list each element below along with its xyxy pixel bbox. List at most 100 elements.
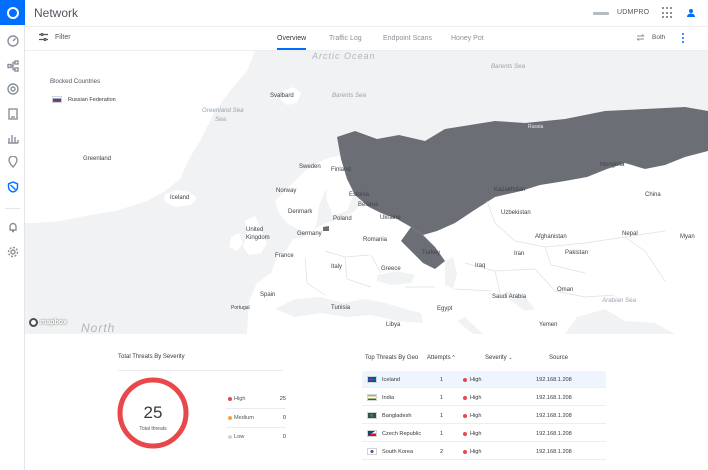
tab-endpoint-scans[interactable]: Endpoint Scans — [383, 35, 432, 42]
geo-attempts: 1 — [440, 395, 444, 401]
swap-arrows-icon — [636, 34, 645, 41]
map-label-uzbekistan: Uzbekistan — [501, 210, 531, 216]
sidebar-item-settings[interactable] — [0, 241, 25, 263]
severity-dot-icon — [463, 378, 467, 382]
map-label-libya: Libya — [386, 322, 401, 328]
geo-source: 192.168.1.208 — [536, 431, 572, 437]
czech-flag-icon — [367, 430, 377, 437]
severity-dot-icon — [463, 414, 467, 418]
insights-icon — [7, 156, 18, 168]
severity-value: 0 — [282, 434, 286, 440]
severity-row-medium[interactable]: Medium 0 — [226, 410, 286, 428]
sidebar-item-threat-management[interactable] — [0, 176, 25, 198]
geo-severity: High — [470, 377, 482, 383]
filter-button[interactable]: Filter — [39, 33, 71, 41]
app-switcher-icon[interactable] — [662, 7, 674, 19]
map-label-yemen: Yemen — [539, 322, 558, 328]
sidebar-item-dashboard[interactable] — [0, 30, 25, 52]
map-label-spain: Spain — [260, 292, 276, 298]
severity-name: Medium — [234, 415, 254, 421]
severity-row-low[interactable]: Low 0 — [226, 429, 286, 447]
table-row[interactable]: Czech Republic 1 High 192.168.1.208 — [362, 425, 606, 442]
sidebar-item-devices[interactable] — [0, 78, 25, 100]
direction-toggle[interactable]: Both — [636, 34, 665, 41]
mapbox-label: mapbox — [40, 319, 67, 326]
app-root: Network UDMPRO Filter Overview Traffic L… — [0, 0, 708, 470]
total-threats-count: 25 — [143, 403, 163, 422]
tab-overview[interactable]: Overview — [277, 35, 307, 50]
sub-navigation: Filter Overview Traffic Log Endpoint Sca… — [25, 27, 708, 51]
map-label-norway: Norway — [276, 188, 297, 194]
blocked-country-item[interactable]: Russian Federation — [52, 96, 116, 103]
map-label-estonia: Estonia — [349, 192, 370, 198]
geo-country: Iceland — [382, 377, 401, 383]
map-label-greenland: Greenland — [83, 156, 112, 162]
mapbox-attribution[interactable]: mapbox — [29, 318, 67, 327]
geo-attempts: 1 — [440, 413, 444, 419]
alerts-icon — [8, 222, 17, 233]
geo-attempts: 2 — [440, 449, 444, 455]
geo-source: 192.168.1.208 — [536, 413, 572, 419]
settings-icon — [7, 246, 18, 258]
map-label-belarus: Belarus — [358, 202, 379, 208]
geo-country: South Korea — [382, 449, 414, 455]
geo-country: India — [382, 395, 395, 401]
blocked-country-name: Russian Federation — [68, 96, 116, 103]
severity-row-high[interactable]: High 25 — [226, 391, 286, 409]
tab-traffic-log[interactable]: Traffic Log — [329, 35, 362, 42]
mapbox-logo-icon — [29, 318, 38, 327]
geo-country: Czech Republic — [382, 431, 422, 437]
direction-label: Both — [652, 34, 666, 41]
unifi-logo-button[interactable] — [0, 0, 25, 25]
attempts-column-header[interactable]: Attempts ^ — [427, 355, 455, 361]
map-label-north: North — [81, 321, 116, 334]
sidebar — [0, 0, 25, 470]
geo-source: 192.168.1.208 — [536, 449, 572, 455]
table-row[interactable]: South Korea 2 High 192.168.1.208 — [362, 443, 606, 460]
device-name[interactable]: UDMPRO — [617, 9, 649, 16]
devices-icon — [6, 83, 19, 95]
map-label-svalbard: Svalbard — [270, 93, 294, 99]
total-threats-label: Total threats — [139, 426, 167, 432]
dashboard-icon — [6, 35, 19, 47]
sidebar-item-clients[interactable] — [0, 103, 25, 125]
geo-severity: High — [470, 431, 482, 437]
tab-honey-pot[interactable]: Honey Pot — [451, 35, 484, 42]
source-column-header[interactable]: Source — [549, 355, 568, 361]
sidebar-item-alerts[interactable] — [0, 216, 25, 238]
threat-map[interactable]: Arctic Ocean North Greenland Sea Sea Sva… — [25, 51, 708, 334]
more-options-icon[interactable] — [682, 33, 684, 43]
geo-country: Bangladesh — [382, 413, 412, 419]
severity-panel-title: Total Threats By Severity — [118, 354, 185, 360]
severity-column-header[interactable]: Severity ⌄ — [485, 355, 513, 361]
severity-name: Low — [234, 434, 245, 440]
clients-icon — [7, 108, 18, 120]
map-label-denmark: Denmark — [288, 209, 313, 215]
low-dot-icon — [228, 435, 232, 439]
map-label-pakistan: Pakistan — [565, 250, 589, 256]
map-label-uk: United Kingdom — [246, 227, 270, 241]
geo-attempts: 1 — [440, 377, 444, 383]
sidebar-item-insights[interactable] — [0, 151, 25, 173]
map-label-ukraine: Ukraine — [380, 215, 401, 221]
table-row[interactable]: India 1 High 192.168.1.208 — [362, 389, 606, 406]
gateway-device-icon — [593, 12, 609, 15]
attempts-header-label: Attempts — [427, 355, 451, 361]
map-label-france: France — [275, 253, 294, 259]
map-label-germany: Germany — [297, 231, 322, 237]
severity-dot-icon — [463, 396, 467, 400]
india-flag-icon — [367, 394, 377, 401]
table-row[interactable]: Bangladesh 1 High 192.168.1.208 — [362, 407, 606, 424]
filter-icon — [39, 33, 48, 41]
map-label-turkey: Turkey — [422, 250, 441, 256]
medium-dot-icon — [228, 416, 232, 420]
user-avatar-icon[interactable] — [686, 8, 696, 18]
map-label-egypt: Egypt — [437, 306, 453, 312]
sidebar-item-statistics[interactable] — [0, 127, 25, 149]
table-row[interactable]: Iceland 1 High 192.168.1.208 — [362, 371, 606, 388]
severity-dot-icon — [463, 432, 467, 436]
severity-value: 0 — [282, 415, 286, 421]
chevron-down-icon: ⌄ — [508, 355, 513, 361]
threat-management-icon — [7, 181, 18, 193]
sidebar-item-topology[interactable] — [0, 55, 25, 77]
